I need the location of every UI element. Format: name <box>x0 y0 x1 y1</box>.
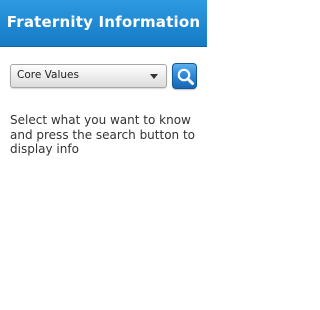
app-header: Fraternity Information <box>0 0 207 47</box>
magnifier-icon <box>177 68 194 85</box>
category-dropdown-value: Core Values <box>17 69 79 81</box>
category-dropdown[interactable]: Core Values <box>10 64 167 88</box>
dropdown-arrow-icon <box>150 74 158 79</box>
search-button[interactable] <box>172 63 197 89</box>
app-title: Fraternity Information <box>6 13 201 31</box>
instruction-text: Select what you want to know and press t… <box>10 113 196 156</box>
